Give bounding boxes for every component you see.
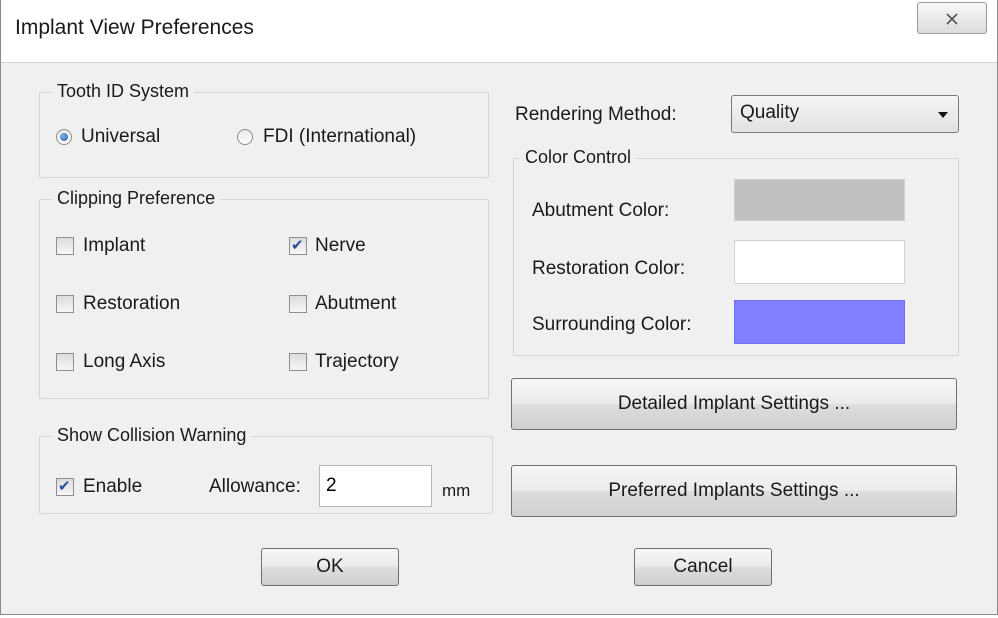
collision-title: Show Collision Warning	[52, 425, 252, 446]
allowance-input[interactable]	[319, 465, 432, 507]
cancel-button[interactable]: Cancel	[634, 548, 772, 586]
window-title: Implant View Preferences	[15, 16, 254, 39]
radio-universal-label: Universal	[81, 126, 161, 147]
close-x-icon	[946, 13, 958, 25]
tooth-id-title: Tooth ID System	[52, 81, 195, 102]
checkbox-restoration[interactable]	[56, 295, 74, 313]
allowance-label: Allowance:	[209, 476, 301, 497]
color-control-title: Color Control	[520, 147, 637, 168]
radio-fdi[interactable]	[237, 129, 253, 145]
checkbox-trajectory[interactable]	[289, 353, 307, 371]
surrounding-color-swatch[interactable]	[734, 300, 905, 344]
checkmark-icon: ✔	[58, 478, 71, 495]
checkbox-long-axis[interactable]	[56, 353, 74, 371]
checkbox-enable-collision[interactable]: ✔	[56, 478, 74, 496]
radio-universal[interactable]	[56, 129, 72, 145]
preferred-implants-settings-button[interactable]: Preferred Implants Settings ...	[511, 465, 957, 517]
checkbox-abutment-label: Abutment	[315, 293, 397, 314]
implant-view-preferences-dialog: Implant View Preferences Tooth ID System…	[0, 0, 998, 615]
checkbox-implant-label: Implant	[83, 235, 146, 256]
allowance-unit: mm	[442, 481, 471, 500]
abutment-color-label: Abutment Color:	[532, 200, 670, 221]
restoration-color-label: Restoration Color:	[532, 258, 686, 279]
checkbox-long-axis-label: Long Axis	[83, 351, 166, 372]
close-button[interactable]	[917, 2, 987, 34]
checkbox-restoration-label: Restoration	[83, 293, 181, 314]
checkbox-nerve[interactable]: ✔	[289, 237, 307, 255]
surrounding-color-label: Surrounding Color:	[532, 314, 692, 335]
checkbox-enable-label: Enable	[83, 476, 143, 497]
abutment-color-swatch[interactable]	[734, 179, 905, 221]
rendering-method-select[interactable]: Quality	[731, 95, 959, 133]
checkmark-icon: ✔	[291, 237, 304, 254]
clipping-title: Clipping Preference	[52, 188, 221, 209]
restoration-color-swatch[interactable]	[734, 240, 905, 284]
radio-fdi-label: FDI (International)	[263, 126, 417, 147]
checkbox-nerve-label: Nerve	[315, 235, 366, 256]
chevron-down-icon	[938, 112, 948, 118]
checkbox-implant[interactable]	[56, 237, 74, 255]
ok-button[interactable]: OK	[261, 548, 399, 586]
detailed-implant-settings-button[interactable]: Detailed Implant Settings ...	[511, 378, 957, 430]
checkbox-abutment[interactable]	[289, 295, 307, 313]
rendering-method-value: Quality	[740, 102, 800, 123]
title-bar: Implant View Preferences	[1, 0, 997, 63]
checkbox-trajectory-label: Trajectory	[315, 351, 399, 372]
rendering-method-label: Rendering Method:	[515, 104, 677, 125]
